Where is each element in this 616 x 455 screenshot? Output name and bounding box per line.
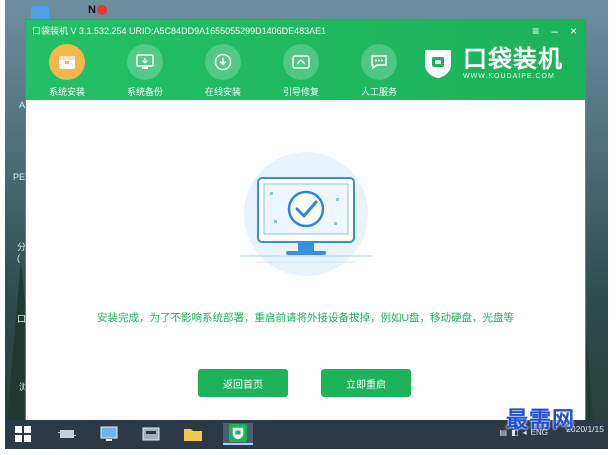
watermark: 最需网 bbox=[506, 407, 576, 433]
nav-label: 在线安装 bbox=[204, 87, 241, 97]
install-complete-message: 安装完成，为了不影响系统部署，重启前请将外接设备拔掉，例如U盘，移动硬盘，光盘等 bbox=[96, 312, 515, 324]
return-home-button[interactable]: 返回首页 bbox=[198, 369, 288, 397]
main-nav: 系统安装 系统备份 在线安装 引导修复 人工服务 bbox=[40, 44, 406, 98]
repair-icon bbox=[283, 44, 319, 80]
chip-icon bbox=[58, 430, 76, 438]
install-box-icon bbox=[49, 44, 85, 80]
nav-item-system-backup[interactable]: 系统备份 bbox=[118, 44, 172, 98]
title-bar: 口袋装机 V 3.1.532.254 URID:A5C84DD9A1655055… bbox=[26, 20, 585, 42]
download-icon bbox=[205, 44, 241, 80]
close-button[interactable]: × bbox=[570, 20, 577, 42]
taskbar-app-disk[interactable] bbox=[139, 423, 163, 445]
backup-icon bbox=[127, 44, 163, 80]
menu-button[interactable]: ≡ bbox=[532, 20, 539, 42]
nav-item-boot-repair[interactable]: 引导修复 bbox=[274, 44, 328, 98]
minimize-button[interactable]: – bbox=[551, 20, 558, 42]
taskbar-app-computer[interactable] bbox=[97, 423, 121, 445]
disk-tool-icon bbox=[142, 427, 160, 441]
window-title: 口袋装机 V 3.1.532.254 URID:A5C84DD9A1655055… bbox=[32, 26, 327, 36]
windows-logo-icon bbox=[15, 426, 31, 442]
desktop-badge: N bbox=[88, 4, 107, 16]
shield-logo-icon bbox=[229, 424, 247, 442]
desktop-icon[interactable] bbox=[31, 6, 49, 20]
start-button[interactable] bbox=[11, 423, 35, 445]
main-content: 安装完成，为了不影响系统部署，重启前请将外接设备拔掉，例如U盘，移动硬盘，光盘等… bbox=[26, 100, 585, 421]
desktop-label-fragment: ( bbox=[17, 253, 20, 263]
nav-label: 引导修复 bbox=[282, 87, 319, 97]
install-complete-illustration bbox=[240, 152, 372, 276]
chat-icon bbox=[361, 44, 397, 80]
nav-label: 系统备份 bbox=[126, 87, 163, 97]
nav-label: 人工服务 bbox=[360, 87, 397, 97]
taskbar-app-explorer[interactable] bbox=[181, 423, 205, 445]
computer-icon bbox=[100, 426, 118, 441]
folder-icon bbox=[184, 429, 202, 441]
app-window: 口袋装机 V 3.1.532.254 URID:A5C84DD9A1655055… bbox=[25, 19, 586, 421]
brand-name: 口袋装机 bbox=[463, 45, 563, 73]
nav-item-system-install[interactable]: 系统安装 bbox=[40, 44, 94, 98]
brand: 口袋装机 WWW.KOUDAIPE.COM bbox=[421, 46, 563, 80]
restart-now-button[interactable]: 立即重启 bbox=[321, 369, 411, 397]
taskbar-app-koudai[interactable] bbox=[223, 423, 253, 445]
taskbar-app-chip[interactable] bbox=[55, 423, 79, 445]
app-header: 口袋装机 V 3.1.532.254 URID:A5C84DD9A1655055… bbox=[26, 20, 585, 100]
shield-logo-icon bbox=[425, 50, 451, 78]
nav-item-manual-service[interactable]: 人工服务 bbox=[352, 44, 406, 98]
nav-label: 系统安装 bbox=[48, 87, 85, 97]
brand-url: WWW.KOUDAIPE.COM bbox=[463, 72, 555, 80]
nav-item-online-install[interactable]: 在线安装 bbox=[196, 44, 250, 98]
desktop-label-fragment: PE bbox=[13, 172, 26, 182]
